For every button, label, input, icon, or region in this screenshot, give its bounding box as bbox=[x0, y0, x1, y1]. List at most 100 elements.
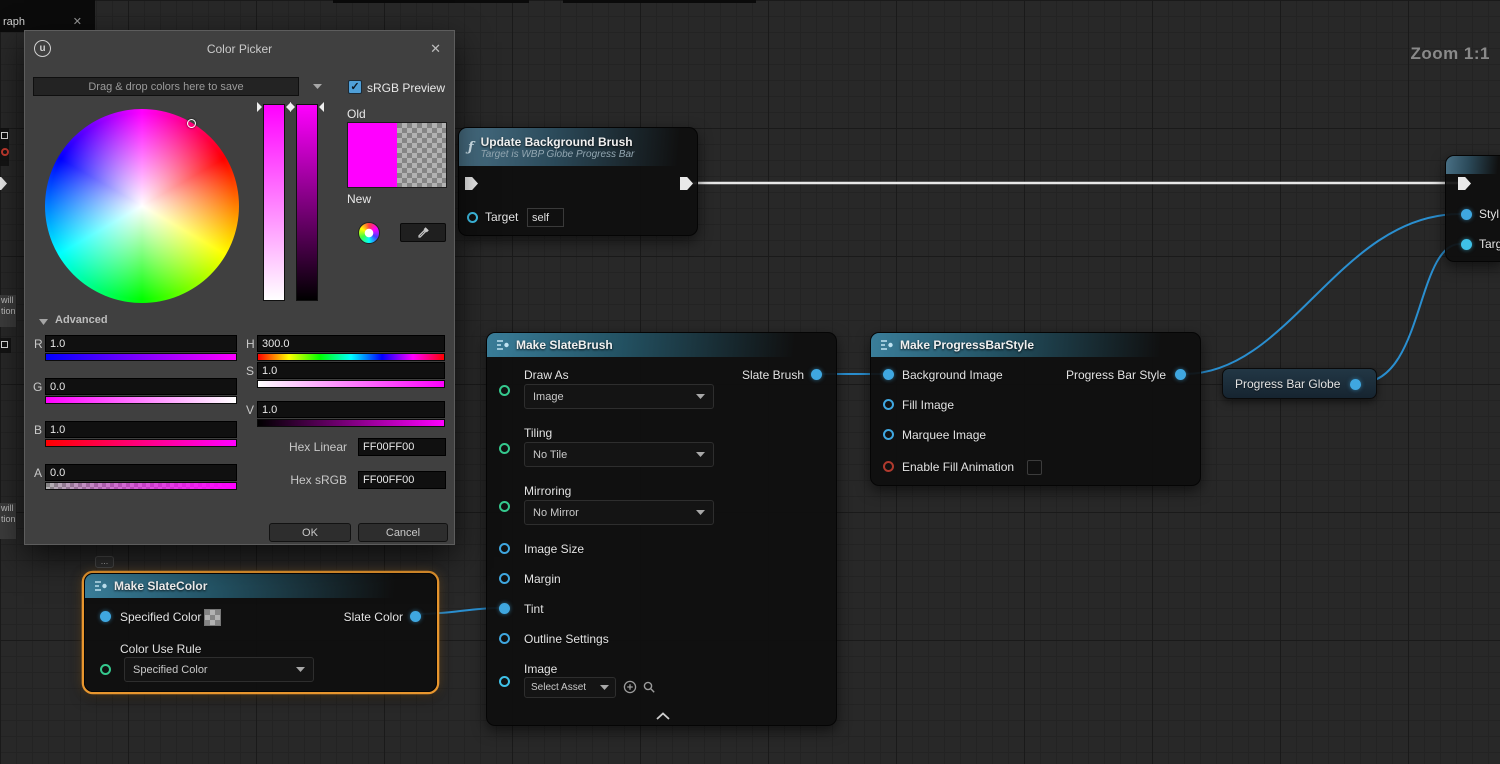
color-wheel-cursor[interactable] bbox=[187, 119, 196, 128]
s-channel-input[interactable] bbox=[257, 362, 445, 379]
srgb-preview-checkbox[interactable]: ✓ bbox=[348, 80, 362, 94]
progress-bar-style-out-pin[interactable] bbox=[1175, 369, 1186, 380]
color-themes-button[interactable] bbox=[358, 222, 380, 244]
slate-brush-out-pin[interactable] bbox=[811, 369, 822, 380]
advanced-collapse-icon[interactable] bbox=[39, 319, 48, 325]
old-new-swatch[interactable] bbox=[347, 122, 447, 188]
node-clipped-right[interactable]: Styl Targ bbox=[1445, 155, 1500, 262]
g-channel-input[interactable] bbox=[45, 378, 237, 395]
hex-srgb-input[interactable] bbox=[358, 471, 446, 489]
color-use-rule-pin[interactable] bbox=[100, 664, 111, 675]
r-channel-input[interactable] bbox=[45, 335, 237, 352]
g-channel-label: G bbox=[33, 380, 43, 394]
theme-drop-combo[interactable]: Drag & drop colors here to save bbox=[33, 77, 299, 96]
collapse-node-chevron-icon[interactable] bbox=[656, 712, 670, 720]
clipped-icon bbox=[1, 341, 8, 348]
a-channel-slider[interactable] bbox=[45, 482, 237, 490]
marquee-image-pin[interactable] bbox=[883, 429, 894, 440]
chevron-down-icon bbox=[696, 452, 705, 457]
h-channel-slider[interactable] bbox=[257, 353, 445, 361]
slate-color-out-pin[interactable] bbox=[410, 611, 421, 622]
make-struct-icon bbox=[95, 581, 107, 591]
tab-close-icon[interactable]: ✕ bbox=[73, 15, 82, 28]
close-icon[interactable]: ✕ bbox=[430, 41, 441, 57]
outline-settings-pin[interactable] bbox=[499, 633, 510, 644]
node-progress-bar-globe[interactable]: Progress Bar Globe bbox=[1222, 368, 1377, 399]
color-alpha-half bbox=[397, 123, 446, 187]
v-channel-slider[interactable] bbox=[257, 419, 445, 427]
image-size-label: Image Size bbox=[524, 542, 585, 556]
color-swatch-button[interactable] bbox=[204, 609, 221, 626]
node-make-slatecolor[interactable]: Make SlateColor Specified Color Slate Co… bbox=[84, 573, 437, 692]
cancel-button[interactable]: Cancel bbox=[358, 523, 448, 542]
b-channel-slider[interactable] bbox=[45, 439, 237, 447]
mirroring-pin[interactable] bbox=[499, 501, 510, 512]
node-make-slatebrush[interactable]: Make SlateBrush Draw As Slate Brush Imag… bbox=[486, 332, 837, 726]
node-header[interactable] bbox=[1446, 156, 1500, 174]
node-header[interactable]: Make SlateBrush bbox=[487, 333, 836, 357]
image-pin[interactable] bbox=[499, 676, 510, 687]
hex-linear-input[interactable] bbox=[358, 438, 446, 456]
node-update-background-brush[interactable]: ƒ Update Background Brush Target is WBP … bbox=[458, 127, 698, 236]
exec-in-pin[interactable] bbox=[1458, 177, 1471, 190]
saturation-marker[interactable] bbox=[257, 102, 267, 112]
color-picker-dialog[interactable]: u Color Picker ✕ Drag & drop colors here… bbox=[24, 30, 455, 545]
specified-color-pin[interactable] bbox=[100, 611, 111, 622]
globe-to-target-wire bbox=[1359, 243, 1461, 384]
node-header[interactable]: Make SlateColor bbox=[85, 574, 436, 598]
node-title: Make SlateBrush bbox=[516, 338, 613, 352]
eyedropper-button[interactable] bbox=[400, 223, 446, 242]
image-size-pin[interactable] bbox=[499, 543, 510, 554]
g-channel-slider[interactable] bbox=[45, 396, 237, 404]
a-channel-input[interactable] bbox=[45, 464, 237, 481]
b-channel-input[interactable] bbox=[45, 421, 237, 438]
style-pin-label: Styl bbox=[1479, 207, 1500, 221]
clipped-exec-pin[interactable] bbox=[0, 177, 7, 190]
margin-pin[interactable] bbox=[499, 573, 510, 584]
target-pin[interactable] bbox=[467, 212, 478, 223]
graph-tab[interactable]: raph ✕ bbox=[0, 0, 95, 32]
target-self-field[interactable]: self bbox=[527, 208, 564, 227]
tiling-dropdown[interactable]: No Tile bbox=[524, 442, 714, 467]
value-marker[interactable] bbox=[314, 102, 324, 112]
slate-brush-out-label: Slate Brush bbox=[741, 368, 804, 382]
h-channel-input[interactable] bbox=[257, 335, 445, 352]
dropdown-value: Select Asset bbox=[531, 682, 587, 693]
node-header[interactable]: ƒ Update Background Brush Target is WBP … bbox=[459, 128, 697, 166]
value-bar[interactable] bbox=[290, 102, 324, 301]
blueprint-graph-canvas[interactable]: raph ✕ Zoom 1:1 will tion will tion ƒ Up… bbox=[0, 0, 1500, 764]
node-header[interactable]: Make ProgressBarStyle bbox=[871, 333, 1200, 357]
node-title: Update Background Brush bbox=[480, 134, 633, 149]
draw-as-dropdown[interactable]: Image bbox=[524, 384, 714, 409]
target-pin[interactable] bbox=[1461, 239, 1472, 250]
value-marker[interactable] bbox=[290, 102, 300, 112]
style-pin[interactable] bbox=[1461, 209, 1472, 220]
node-make-progressbarstyle[interactable]: Make ProgressBarStyle Background Image P… bbox=[870, 332, 1201, 486]
draw-as-pin[interactable] bbox=[499, 385, 510, 396]
v-channel-input[interactable] bbox=[257, 401, 445, 418]
enable-fill-animation-pin[interactable] bbox=[883, 461, 894, 472]
advanced-label[interactable]: Advanced bbox=[55, 314, 108, 326]
enable-fill-animation-checkbox[interactable] bbox=[1027, 460, 1042, 475]
r-channel-label: R bbox=[34, 337, 43, 351]
select-asset-dropdown[interactable]: Select Asset bbox=[524, 677, 616, 698]
saturation-bar[interactable] bbox=[257, 102, 291, 301]
comment-bubble-toggle[interactable]: ... bbox=[95, 556, 114, 568]
ok-button[interactable]: OK bbox=[269, 523, 351, 542]
exec-in-pin[interactable] bbox=[465, 177, 478, 190]
s-channel-slider[interactable] bbox=[257, 380, 445, 388]
background-image-pin[interactable] bbox=[883, 369, 894, 380]
use-selected-asset-icon[interactable] bbox=[623, 680, 637, 694]
progress-bar-globe-out-pin[interactable] bbox=[1350, 379, 1361, 390]
fill-image-label: Fill Image bbox=[902, 398, 955, 412]
fill-image-pin[interactable] bbox=[883, 399, 894, 410]
chevron-down-icon[interactable] bbox=[313, 84, 322, 89]
tiling-pin[interactable] bbox=[499, 443, 510, 454]
tint-pin[interactable] bbox=[499, 603, 510, 614]
color-use-rule-dropdown[interactable]: Specified Color bbox=[124, 657, 314, 682]
browse-asset-icon[interactable] bbox=[642, 680, 656, 694]
exec-out-pin[interactable] bbox=[680, 177, 693, 190]
mirroring-dropdown[interactable]: No Mirror bbox=[524, 500, 714, 525]
r-channel-slider[interactable] bbox=[45, 353, 237, 361]
color-wheel[interactable] bbox=[45, 109, 239, 303]
